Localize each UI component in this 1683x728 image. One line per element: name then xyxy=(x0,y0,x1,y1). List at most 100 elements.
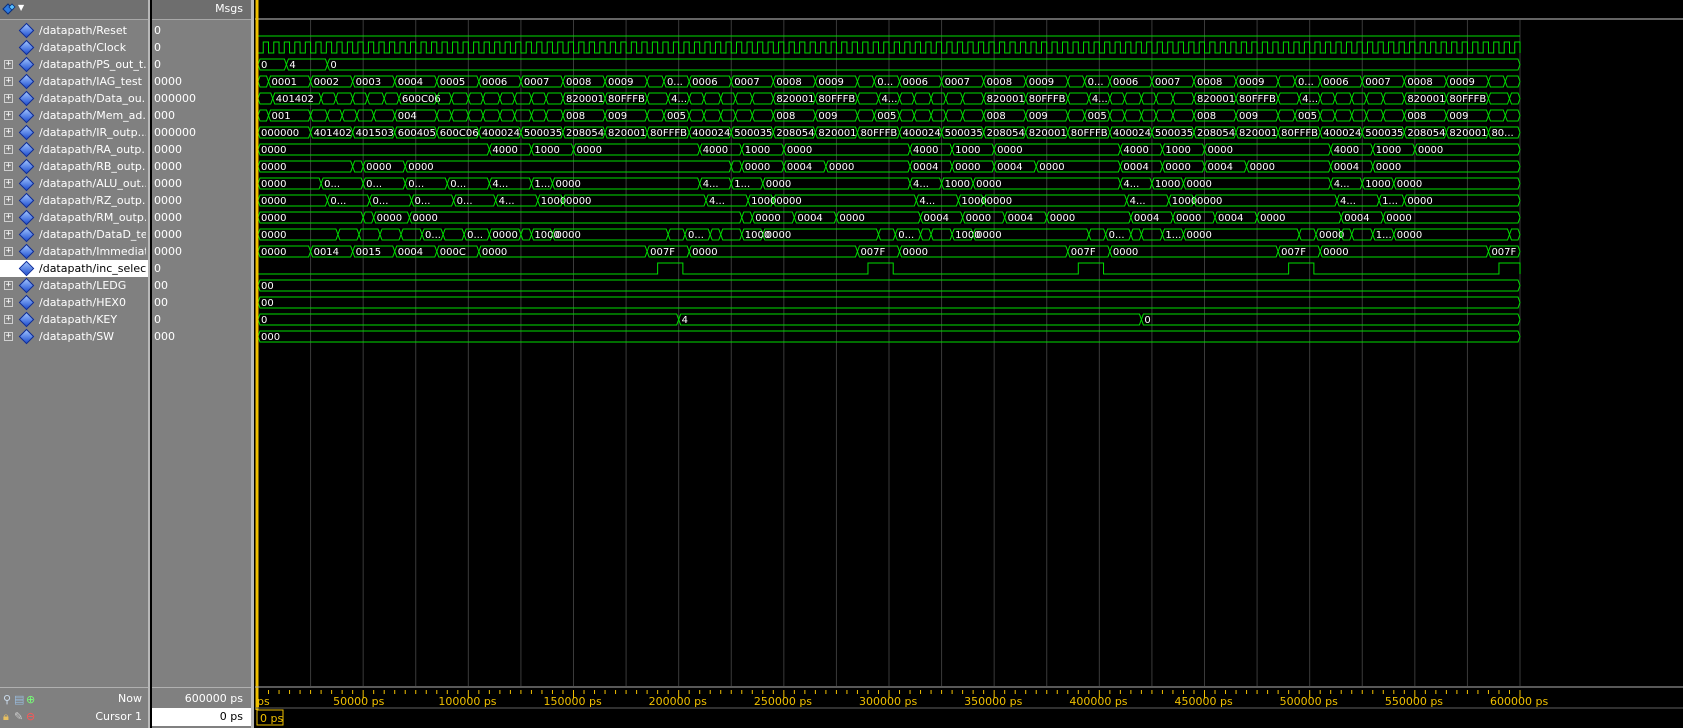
ra-out-value-label: 4000 xyxy=(913,145,938,156)
expand-icon[interactable]: + xyxy=(4,128,13,137)
ir-out-value-label: 820001 xyxy=(608,128,646,139)
signal-row[interactable]: + /datapath/RZ_outp... xyxy=(0,192,148,209)
data-out-segment xyxy=(856,92,880,105)
expand-icon[interactable]: + xyxy=(4,247,13,256)
zoom-icon[interactable]: ⚲ xyxy=(3,691,11,709)
signal-row[interactable]: + /datapath/KEY xyxy=(0,311,148,328)
ps-out-value-label: 4 xyxy=(289,60,295,71)
immediate-value-label: 0015 xyxy=(356,247,381,258)
waveform-pane[interactable]: 0 4 0 0001 0002 0003 0004 0005 0006 0007 0008 0009 0… xyxy=(255,0,1683,728)
datad-test-segment xyxy=(520,228,532,241)
expand-icon[interactable]: + xyxy=(4,213,13,222)
expand-icon[interactable]: + xyxy=(4,162,13,171)
expand-icon[interactable]: + xyxy=(4,298,13,307)
expand-icon[interactable]: + xyxy=(4,60,13,69)
remove-icon[interactable]: ⊖ xyxy=(26,708,35,726)
expand-icon[interactable]: + xyxy=(4,94,13,103)
datad-test-segment xyxy=(709,228,722,241)
signal-row[interactable]: /datapath/Clock xyxy=(0,39,148,56)
mem-addr-segment xyxy=(945,109,964,122)
rz-out-value-label: 4... xyxy=(499,196,515,207)
expand-icon[interactable]: + xyxy=(4,281,13,290)
data-out-segment xyxy=(450,92,469,105)
signal-row[interactable]: + /datapath/SW xyxy=(0,328,148,345)
signal-value-row: 0000 xyxy=(152,226,251,243)
ir-out-value-label: 208054 xyxy=(566,128,604,139)
expand-icon[interactable]: + xyxy=(4,111,13,120)
data-out-segment xyxy=(646,92,669,105)
signal-row[interactable]: + /datapath/PS_out_t... xyxy=(0,56,148,73)
alu-out-value-label: 1... xyxy=(734,179,750,190)
mem-addr-segment xyxy=(373,109,396,122)
expand-icon[interactable]: + xyxy=(4,179,13,188)
signal-row[interactable]: + /datapath/IAG_test xyxy=(0,73,148,90)
ir-out-value-label: 80FFFB xyxy=(860,128,897,139)
expand-icon[interactable]: + xyxy=(4,315,13,324)
expand-icon[interactable]: + xyxy=(4,145,13,154)
waveform-canvas[interactable]: 0 4 00001 0002 0003 0004 0005 0006 0007 0008 0009 0… xyxy=(255,0,1683,728)
signal-diamond-icon xyxy=(18,90,35,107)
expand-icon[interactable]: + xyxy=(4,196,13,205)
expand-icon[interactable]: + xyxy=(4,77,13,86)
immediate-value-label: 0004 xyxy=(398,247,423,258)
signal-row[interactable]: /datapath/Reset xyxy=(0,22,148,39)
ir-out-value-label: 400024 xyxy=(692,128,730,139)
cursor-value: 0 ps xyxy=(219,710,243,723)
alu-out-value-label: 0... xyxy=(324,179,340,190)
mem-addr-segment xyxy=(646,109,665,122)
iag-test-segment xyxy=(856,75,875,88)
now-row-icons: ⚲ ▤ ⊕ Now xyxy=(0,690,148,708)
signal-row[interactable]: + /datapath/HEX0 xyxy=(0,294,148,311)
ir-out-value-label: 500035 xyxy=(1155,128,1193,139)
signal-row[interactable]: + /datapath/LEDG xyxy=(0,277,148,294)
datad-test-value-label: 0000 xyxy=(766,230,791,241)
cursor-name[interactable]: Cursor 1 xyxy=(95,708,142,726)
mem-addr-value-label: 005 xyxy=(1088,111,1107,122)
alu-out-value-label: 0000 xyxy=(766,179,791,190)
expand-icon[interactable]: + xyxy=(4,332,13,341)
ir-out-value-label: 401402 xyxy=(314,128,352,139)
lock-icon[interactable]: 🔒︎ xyxy=(3,708,9,726)
data-out-value-label: 820001 xyxy=(1197,94,1235,105)
iag-test-value-label: 0007 xyxy=(1365,77,1390,88)
iag-test-value-label: 0003 xyxy=(356,77,381,88)
iag-test-value-label: 0006 xyxy=(903,77,928,88)
signal-value-row: 000000 xyxy=(152,124,251,141)
add-icon[interactable]: ⊕ xyxy=(26,691,35,709)
signal-row[interactable]: + /datapath/IR_outp... xyxy=(0,124,148,141)
signal-row[interactable]: + /datapath/ALU_out... xyxy=(0,175,148,192)
rm-out-segment xyxy=(741,211,753,224)
rz-out-value-label: 0... xyxy=(457,196,473,207)
signal-name: /datapath/RZ_outp... xyxy=(39,194,146,207)
signal-value-row: 0000 xyxy=(152,158,251,175)
signal-row[interactable]: + /datapath/RA_outp... xyxy=(0,141,148,158)
signal-row[interactable]: + /datapath/Immediat... xyxy=(0,243,148,260)
ra-out-value-label: 0000 xyxy=(1208,145,1233,156)
data-out-segment xyxy=(257,92,274,105)
wave-window-icon[interactable] xyxy=(2,2,18,16)
data-out-segment xyxy=(514,92,532,105)
signal-row[interactable]: + /datapath/RB_outp... xyxy=(0,158,148,175)
chevron-down-icon[interactable]: ▼ xyxy=(18,3,24,12)
data-out-segment xyxy=(1155,92,1174,105)
signal-value-row: 0000 xyxy=(152,141,251,158)
rz-out-value-label: 4... xyxy=(919,196,935,207)
expand-icon[interactable]: + xyxy=(4,230,13,239)
alu-out-value-label: 4... xyxy=(1123,179,1139,190)
signal-row[interactable]: + /datapath/Data_ou... xyxy=(0,90,148,107)
rb-out-value-label: 0000 xyxy=(1376,162,1401,173)
signal-row[interactable]: /datapath/inc_selec... xyxy=(0,260,148,277)
signal-name-pane: ▼ /datapath/Reset/datapath/Clock + /datapa… xyxy=(0,0,150,728)
iag-test-value-label: 0002 xyxy=(314,77,339,88)
signal-row[interactable]: + /datapath/DataD_test xyxy=(0,226,148,243)
signal-row[interactable]: + /datapath/RM_outp... xyxy=(0,209,148,226)
immediate-value-label: 0000 xyxy=(1113,247,1138,258)
signal-value: 0000 xyxy=(154,211,182,224)
wrench-icon[interactable]: ✎ xyxy=(14,708,23,726)
rm-out-value-label: 0004 xyxy=(924,213,949,224)
signal-row[interactable]: + /datapath/Mem_ad... xyxy=(0,107,148,124)
sheet-icon[interactable]: ▤ xyxy=(14,691,24,709)
immediate-value-label: 007F xyxy=(1281,247,1306,258)
iag-test-segment xyxy=(257,75,270,88)
mem-addr-value-label: 001 xyxy=(272,111,291,122)
